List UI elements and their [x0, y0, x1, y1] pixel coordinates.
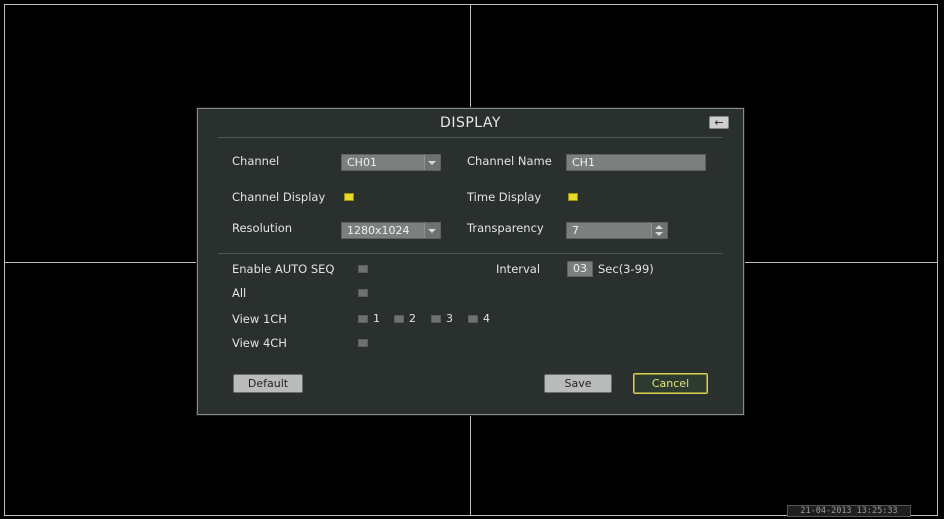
resolution-value: 1280x1024 [347, 224, 410, 237]
resolution-label: Resolution [232, 221, 293, 235]
view-1ch-checkbox-3[interactable] [431, 315, 441, 323]
channel-display-checkbox[interactable] [344, 193, 354, 201]
cancel-button[interactable]: Cancel [633, 373, 708, 394]
channel-select[interactable]: CH01 [341, 154, 441, 171]
channel-value: CH01 [347, 156, 377, 169]
section-divider [218, 253, 723, 254]
view-1ch-label: View 1CH [232, 312, 287, 326]
time-display-label: Time Display [467, 190, 542, 204]
default-button[interactable]: Default [233, 374, 303, 393]
view-4ch-label: View 4CH [232, 336, 287, 350]
channel-display-label: Channel Display [232, 190, 326, 204]
back-button[interactable]: ← [709, 116, 729, 129]
auto-seq-label: Enable AUTO SEQ [232, 262, 335, 276]
view-1ch-number-4: 4 [483, 312, 490, 325]
datetime-display: 21-04-2013 13:25:33 [787, 505, 911, 517]
view-1ch-checkbox-2[interactable] [394, 315, 404, 323]
all-label: All [232, 286, 247, 300]
time-display-checkbox[interactable] [568, 193, 578, 201]
save-button[interactable]: Save [544, 374, 612, 393]
chevron-down-icon [424, 223, 440, 238]
channel-label: Channel [232, 154, 280, 168]
transparency-spinner[interactable]: 7 [566, 222, 668, 239]
all-checkbox[interactable] [358, 289, 368, 297]
view-1ch-checkbox-1[interactable] [358, 315, 368, 323]
interval-unit: Sec(3-99) [598, 262, 654, 276]
arrow-left-icon: ← [714, 116, 724, 129]
view-1ch-number-1: 1 [373, 312, 380, 325]
dialog-title: DISPLAY [440, 115, 501, 131]
view-1ch-number-3: 3 [446, 312, 453, 325]
channel-name-input[interactable]: CH1 [566, 154, 706, 171]
display-dialog: DISPLAY ← Channel CH01 Channel Name CH1 … [197, 108, 744, 415]
title-divider [218, 137, 723, 138]
view-1ch-checkbox-4[interactable] [468, 315, 478, 323]
chevron-down-icon [424, 155, 440, 170]
resolution-select[interactable]: 1280x1024 [341, 222, 441, 239]
interval-label: Interval [496, 262, 541, 276]
transparency-label: Transparency [467, 221, 544, 235]
channel-name-label: Channel Name [467, 154, 552, 168]
view-1ch-number-2: 2 [409, 312, 416, 325]
transparency-value: 7 [572, 224, 579, 237]
view-4ch-checkbox[interactable] [358, 339, 368, 347]
spinner-arrows-icon[interactable] [651, 223, 667, 238]
auto-seq-checkbox[interactable] [358, 265, 368, 273]
interval-input[interactable]: 03 [567, 261, 593, 277]
